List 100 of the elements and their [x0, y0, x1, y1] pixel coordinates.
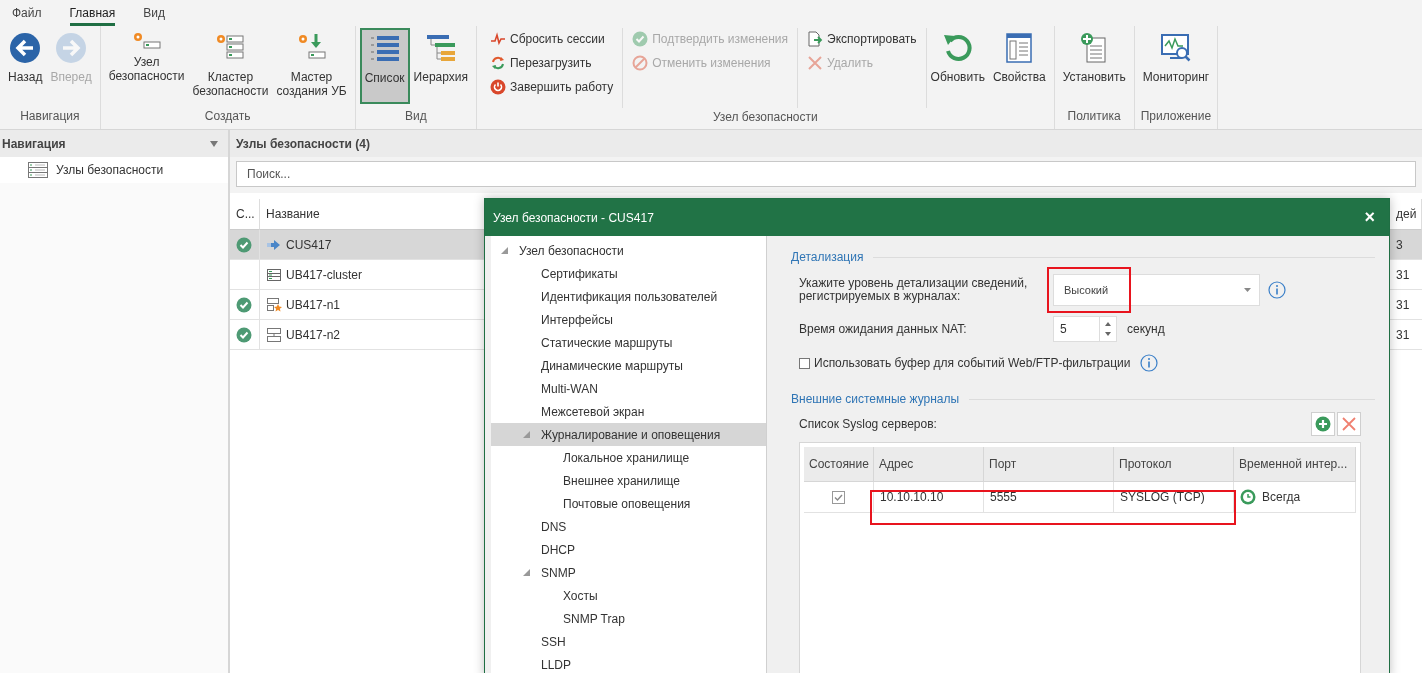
group-label: Узел безопасности — [711, 109, 819, 126]
navigation-item[interactable]: Узлы безопасности — [0, 157, 228, 183]
table-cell: 31 — [1396, 327, 1410, 342]
tree-item[interactable]: Идентификация пользователей — [491, 285, 766, 308]
tree-item[interactable]: Локальное хранилище — [491, 446, 766, 469]
level-dropdown[interactable]: Высокий — [1053, 274, 1260, 306]
column-header[interactable]: дей — [1396, 207, 1417, 221]
power-icon — [490, 79, 506, 95]
ribbon-button[interactable]: Завершить работу — [487, 76, 617, 98]
panel-title: Навигация — [2, 136, 66, 151]
tree-item[interactable]: SSH — [491, 630, 766, 653]
server-list-icon — [28, 162, 48, 178]
ribbon-button[interactable]: Мастер создания УБ — [272, 28, 351, 104]
column-header[interactable]: Временной интер... — [1234, 447, 1356, 482]
close-button[interactable]: × — [1360, 207, 1379, 228]
nat-timeout-spinner[interactable]: 5 — [1053, 316, 1117, 342]
table-cell: Всегда — [1262, 490, 1301, 504]
tree-item[interactable]: Межсетевой экран — [491, 400, 766, 423]
ribbon-button[interactable]: Список — [359, 28, 410, 104]
caret-icon — [1244, 288, 1251, 292]
column-header[interactable]: Порт — [984, 447, 1114, 482]
no-entry-icon — [632, 55, 649, 71]
zigzag-line-icon — [490, 31, 506, 47]
table-cell: 31 — [1396, 267, 1410, 282]
ribbon-button[interactable]: Обновить — [926, 28, 989, 104]
expand-arrow-icon — [522, 431, 530, 438]
ribbon-tab[interactable]: Файл — [12, 6, 42, 26]
ribbon-button[interactable]: Свойства — [988, 28, 1050, 104]
group-label: Приложение — [1139, 108, 1213, 125]
table-cell: 5555 — [990, 490, 1017, 504]
monitor-magnifier-icon — [1159, 32, 1192, 64]
expand-arrow-icon — [500, 247, 508, 254]
add-button[interactable] — [1311, 412, 1335, 436]
field-label: Список Syslog серверов: — [799, 417, 937, 431]
tree-item[interactable]: Почтовые оповещения — [491, 492, 766, 515]
server-gear-icon — [132, 32, 161, 49]
refresh-icon — [941, 32, 974, 64]
ribbon-button[interactable]: Иерархия — [409, 28, 472, 104]
ribbon-button[interactable]: Кластер безопасности — [188, 28, 273, 104]
ribbon-button[interactable]: Мониторинг — [1138, 28, 1214, 104]
group-label: Навигация — [19, 108, 81, 125]
node-name: UB417-cluster — [286, 267, 363, 282]
ribbon-tab[interactable]: Вид — [143, 6, 165, 26]
tree-item[interactable]: LLDP — [491, 653, 766, 673]
group-label: Вид — [403, 108, 428, 125]
ribbon-button[interactable]: Экспортировать — [804, 28, 920, 50]
section-heading: Внешние системные журналы — [791, 392, 960, 406]
field-label: Время ожидания данных NAT: — [799, 322, 968, 336]
table-cell: 31 — [1396, 297, 1410, 312]
dialog-title: Узел безопасности - CUS417 — [493, 210, 654, 225]
column-header[interactable]: Название — [266, 207, 320, 221]
item-label: Узлы безопасности — [56, 163, 164, 177]
search-field[interactable]: Поиск... — [236, 161, 1416, 187]
tree-item[interactable]: Хосты — [491, 584, 766, 607]
field-label: Укажите уровень детализации сведений, регистрируемых в журналах: — [799, 277, 1029, 303]
tree-item[interactable]: Узел безопасности — [491, 239, 766, 262]
column-header[interactable]: Адрес — [874, 447, 984, 482]
info-icon — [1140, 354, 1159, 372]
tree-item[interactable]: Журналирование и оповещения — [491, 423, 766, 446]
circular-arrows-icon — [490, 55, 506, 71]
document-arrow-icon — [807, 31, 824, 47]
unit-label: секунд — [1127, 322, 1165, 336]
list-title: Узлы безопасности (4) — [236, 136, 370, 151]
column-header[interactable]: Состояние — [804, 447, 874, 482]
ribbon-button[interactable]: Узел безопасности — [104, 28, 189, 104]
tree-item[interactable]: SNMP — [491, 561, 766, 584]
tree-item[interactable]: Динамические маршруты — [491, 354, 766, 377]
expand-arrow-icon — [522, 569, 530, 576]
dropdown-arrow-icon — [210, 140, 218, 147]
column-header[interactable]: С... — [236, 207, 255, 221]
tree-item[interactable]: SNMP Trap — [491, 607, 766, 630]
clock-icon — [1240, 489, 1256, 505]
node-name: UB417-n2 — [286, 327, 341, 342]
group-label: Создать — [203, 108, 252, 125]
checkbox[interactable] — [799, 357, 810, 369]
tree-item[interactable]: DHCP — [491, 538, 766, 561]
tree-list-icon — [424, 32, 457, 64]
ribbon-button[interactable]: Назад — [4, 28, 47, 104]
server-node-icon — [266, 326, 282, 343]
cross-icon — [807, 55, 824, 71]
tree-item[interactable]: Внешнее хранилище — [491, 469, 766, 492]
table-cell: SYSLOG (TCP) — [1120, 490, 1205, 504]
checked-checkbox-icon — [832, 490, 845, 504]
table-cell: 10.10.10.10 — [880, 490, 944, 504]
delete-button[interactable] — [1337, 412, 1361, 436]
group-label: Политика — [1066, 108, 1122, 125]
ribbon-button[interactable]: Перезагрузить — [487, 52, 617, 74]
tree-item[interactable]: Multi-WAN — [491, 377, 766, 400]
tree-item[interactable]: DNS — [491, 515, 766, 538]
node-name: CUS417 — [286, 237, 332, 252]
ribbon-button[interactable]: Установить — [1058, 28, 1130, 104]
column-header[interactable]: Протокол — [1114, 447, 1234, 482]
ribbon-tab[interactable]: Главная — [69, 6, 116, 26]
tree-item[interactable]: Сертификаты — [491, 262, 766, 285]
checkbox-label: Использовать буфер для событий Web/FTP-фильтрации — [814, 356, 1131, 370]
tree-item[interactable]: Статические маршруты — [491, 331, 766, 354]
ribbon-button[interactable]: Сбросить сессии — [487, 28, 617, 50]
check-circle-icon — [632, 31, 649, 47]
check-circle-icon — [236, 296, 252, 313]
tree-item[interactable]: Интерфейсы — [491, 308, 766, 331]
